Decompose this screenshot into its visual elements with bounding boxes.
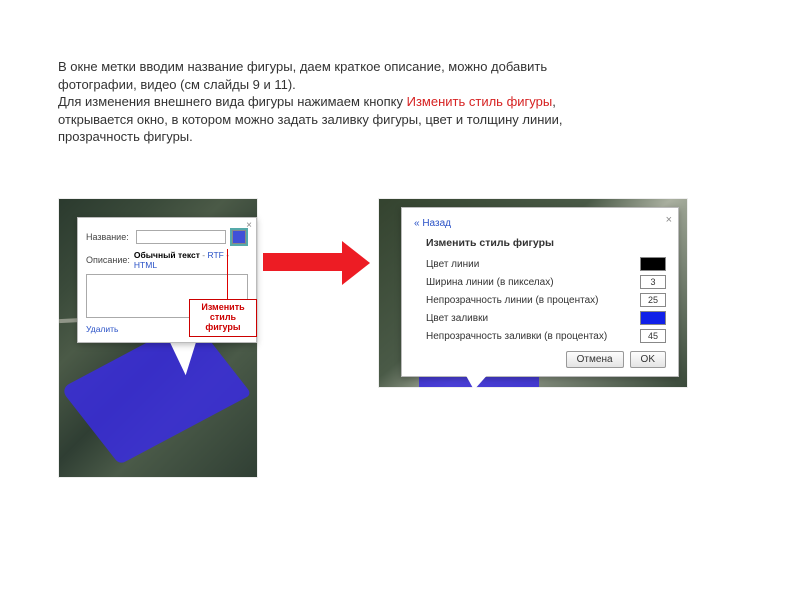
tab-rtf[interactable]: RTF <box>207 250 223 260</box>
ok-button[interactable]: OK <box>630 351 666 368</box>
name-label: Название: <box>86 232 132 242</box>
format-tabs: Обычный текст - RTF - HTML <box>134 250 248 270</box>
line-opacity-label: Непрозрачность линии (в процентах) <box>426 295 640 306</box>
line-width-label: Ширина линии (в пикселах) <box>426 277 640 288</box>
text-line: , <box>552 94 556 109</box>
text-highlight: Изменить стиль фигуры <box>407 94 553 109</box>
callout-box: Изменить стиль фигуры <box>189 299 257 337</box>
instruction-paragraph: В окне метки вводим название фигуры, дае… <box>58 58 698 146</box>
cancel-button[interactable]: Отмена <box>566 351 624 368</box>
line-width-input[interactable]: 3 <box>640 275 666 289</box>
back-link[interactable]: « Назад <box>414 218 666 229</box>
delete-link[interactable]: Удалить <box>86 324 118 336</box>
text-line: Для изменения внешнего вида фигуры нажим… <box>58 94 407 109</box>
arrow-icon <box>258 223 378 313</box>
fill-color-label: Цвет заливки <box>426 313 640 324</box>
tab-plain[interactable]: Обычный текст <box>134 250 200 260</box>
text-line: фотографии, видео (см слайды 9 и 11). <box>58 77 296 92</box>
left-screenshot: × Название: Описание: Обычный текст - RT… <box>58 198 258 478</box>
tab-html[interactable]: HTML <box>134 260 157 270</box>
line-opacity-input[interactable]: 25 <box>640 293 666 307</box>
bubble-tail <box>464 372 490 390</box>
style-dialog: × « Назад Изменить стиль фигуры Цвет лин… <box>401 207 679 377</box>
right-screenshot: × « Назад Изменить стиль фигуры Цвет лин… <box>378 198 688 388</box>
close-icon[interactable]: × <box>666 214 672 226</box>
dialog-title: Изменить стиль фигуры <box>426 237 666 249</box>
figure-row: × Название: Описание: Обычный текст - RT… <box>58 198 688 478</box>
line-color-label: Цвет линии <box>426 259 640 270</box>
text-line: прозрачность фигуры. <box>58 129 193 144</box>
fill-color-swatch[interactable] <box>640 311 666 325</box>
text-line: В окне метки вводим название фигуры, дае… <box>58 59 547 74</box>
line-color-swatch[interactable] <box>640 257 666 271</box>
close-icon[interactable]: × <box>246 220 252 231</box>
callout-text: фигуры <box>205 322 240 332</box>
fill-opacity-label: Непрозрачность заливки (в процентах) <box>426 331 640 342</box>
description-label: Описание: <box>86 255 130 265</box>
callout-pointer <box>227 249 228 301</box>
text-line: открывается окно, в котором можно задать… <box>58 112 563 127</box>
name-input[interactable] <box>136 230 226 244</box>
callout-text: Изменить стиль <box>201 302 244 322</box>
fill-opacity-input[interactable]: 45 <box>640 329 666 343</box>
